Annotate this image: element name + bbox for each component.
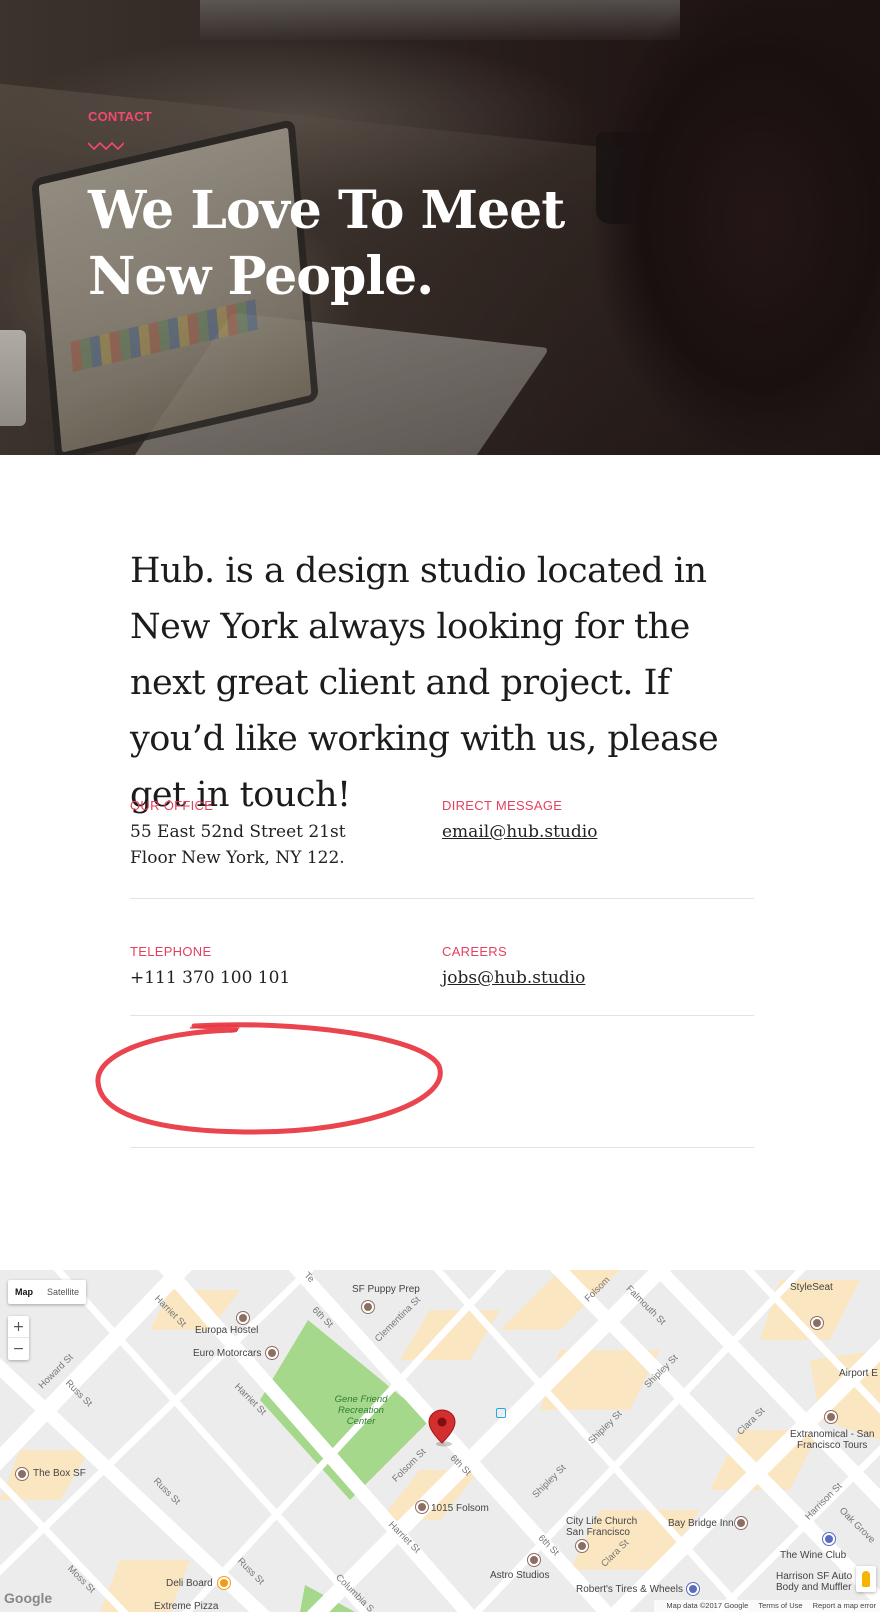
divider (130, 898, 754, 899)
map-label: Euro Motorcars (193, 1348, 262, 1359)
careers-email-link[interactable]: jobs@hub.studio (442, 965, 585, 991)
divider (130, 1015, 754, 1016)
map-type-map-button[interactable]: Map (8, 1280, 40, 1304)
map-label: Body and Muffler (776, 1582, 852, 1593)
map-label: 1015 Folsom (431, 1503, 489, 1514)
office-address: 55 East 52nd Street 21st Floor New York,… (130, 822, 346, 868)
map-label: The Box SF (33, 1468, 86, 1479)
office-label: OUR OFFICE (130, 798, 214, 813)
highlight-annotation (95, 1022, 443, 1135)
intro-text: Hub. is a design studio located in New Y… (130, 551, 719, 815)
zoom-out-button[interactable]: − (8, 1338, 29, 1360)
telephone-label: TELEPHONE (130, 944, 212, 959)
poi-marker-icon[interactable] (218, 1577, 230, 1589)
map-label: Robert's Tires & Wheels (576, 1584, 683, 1595)
park-label-line: Gene Friend (334, 1394, 388, 1405)
poi-marker-icon[interactable] (362, 1301, 374, 1313)
map-attribution-bar: Map data ©2017 Google Terms of Use Repor… (654, 1600, 880, 1612)
map-label: Extreme Pizza (154, 1601, 219, 1612)
map-label: SF Puppy Prep (352, 1284, 420, 1295)
map-label-line: Extranomical - San (790, 1429, 875, 1440)
poi-marker-icon[interactable] (16, 1468, 28, 1480)
location-map[interactable]: Map Satellite + − SF Puppy Prep Europa H… (0, 1270, 880, 1612)
divider (130, 1147, 754, 1148)
poi-marker-icon[interactable] (811, 1317, 823, 1329)
map-attribution: Map data ©2017 Google (666, 1601, 749, 1610)
poi-marker-icon[interactable] (416, 1501, 428, 1513)
park-label-line: Center (346, 1416, 376, 1427)
map-label: Astro Studios (490, 1570, 550, 1581)
map-type-satellite-button[interactable]: Satellite (40, 1280, 86, 1304)
map-label: Bay Bridge Inn (668, 1518, 734, 1529)
map-label: StyleSeat (790, 1282, 833, 1293)
map-label-line: Francisco Tours (797, 1440, 868, 1451)
map-label: Extranomical - San Francisco Tours (790, 1429, 874, 1451)
poi-marker-icon[interactable] (576, 1540, 588, 1552)
page-title: We Love To Meet New People. (88, 180, 565, 307)
map-label: Europa Hostel (195, 1325, 259, 1336)
transit-icon[interactable] (496, 1408, 506, 1418)
park-label-line: Recreation (338, 1405, 384, 1416)
telephone-value: +111 370 100 101 (130, 968, 291, 988)
zoom-control[interactable]: + − (8, 1316, 29, 1360)
map-label: Harrison SF Auto (776, 1571, 853, 1582)
poi-marker-icon[interactable] (528, 1554, 540, 1566)
zigzag-divider-icon (88, 141, 124, 151)
map-label: Deli Board (166, 1578, 213, 1589)
poi-marker-icon[interactable] (823, 1533, 835, 1545)
poi-marker-icon[interactable] (825, 1411, 837, 1423)
email-link[interactable]: email@hub.studio (442, 819, 597, 845)
google-logo: Google (4, 1590, 53, 1606)
careers-label: CAREERS (442, 944, 507, 959)
map-type-control[interactable]: Map Satellite (8, 1280, 87, 1304)
map-label: Airport E (839, 1368, 878, 1379)
street-view-pegman-icon[interactable] (856, 1566, 876, 1592)
map-label: The Wine Club (780, 1550, 847, 1561)
poi-marker-icon[interactable] (687, 1583, 699, 1595)
poi-marker-icon[interactable] (266, 1347, 278, 1359)
report-map-error-link[interactable]: Report a map error (813, 1601, 876, 1610)
map-label: City Life Church (566, 1516, 638, 1527)
direct-message-label: DIRECT MESSAGE (442, 798, 563, 813)
zoom-in-button[interactable]: + (8, 1316, 29, 1338)
poi-marker-icon[interactable] (735, 1517, 747, 1529)
hero-section: CONTACT We Love To Meet New People. (0, 0, 880, 455)
terms-link[interactable]: Terms of Use (758, 1601, 802, 1610)
location-pin-icon[interactable] (428, 1409, 456, 1447)
map-label: San Francisco (566, 1527, 630, 1538)
park-label: Gene Friend Recreation Center (328, 1394, 394, 1427)
hero-eyebrow: CONTACT (88, 109, 152, 124)
poi-marker-icon[interactable] (237, 1312, 249, 1324)
